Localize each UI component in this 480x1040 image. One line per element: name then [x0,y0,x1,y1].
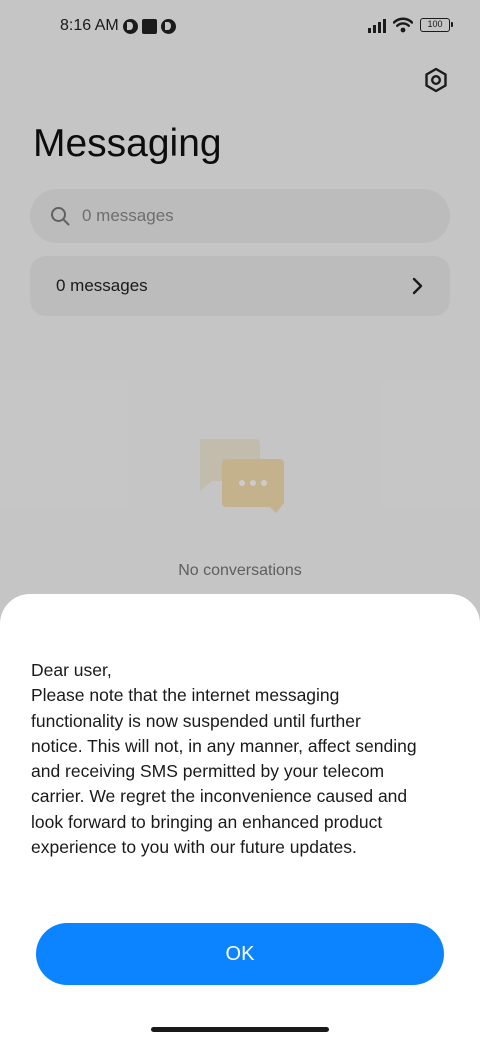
dialog-line: experience to you with our future update… [31,837,357,858]
dialog-message: Dear user, Please note that the internet… [31,658,467,860]
dialog-line: Please note that the internet messaging [31,685,340,706]
dialog-line: notice. This will not, in any manner, af… [31,735,417,756]
notice-dialog: Dear user, Please note that the internet… [0,594,480,1040]
dialog-line: carrier. We regret the inconvenience cau… [31,786,408,807]
home-indicator[interactable] [151,1027,329,1032]
dialog-line: functionality is now suspended until fur… [31,710,361,731]
dialog-line: look forward to bringing an enhanced pro… [31,811,383,832]
dialog-line: and receiving SMS permitted by your tele… [31,761,385,782]
ok-button[interactable]: OK [36,923,444,985]
dialog-line: Dear user, [31,660,112,680]
